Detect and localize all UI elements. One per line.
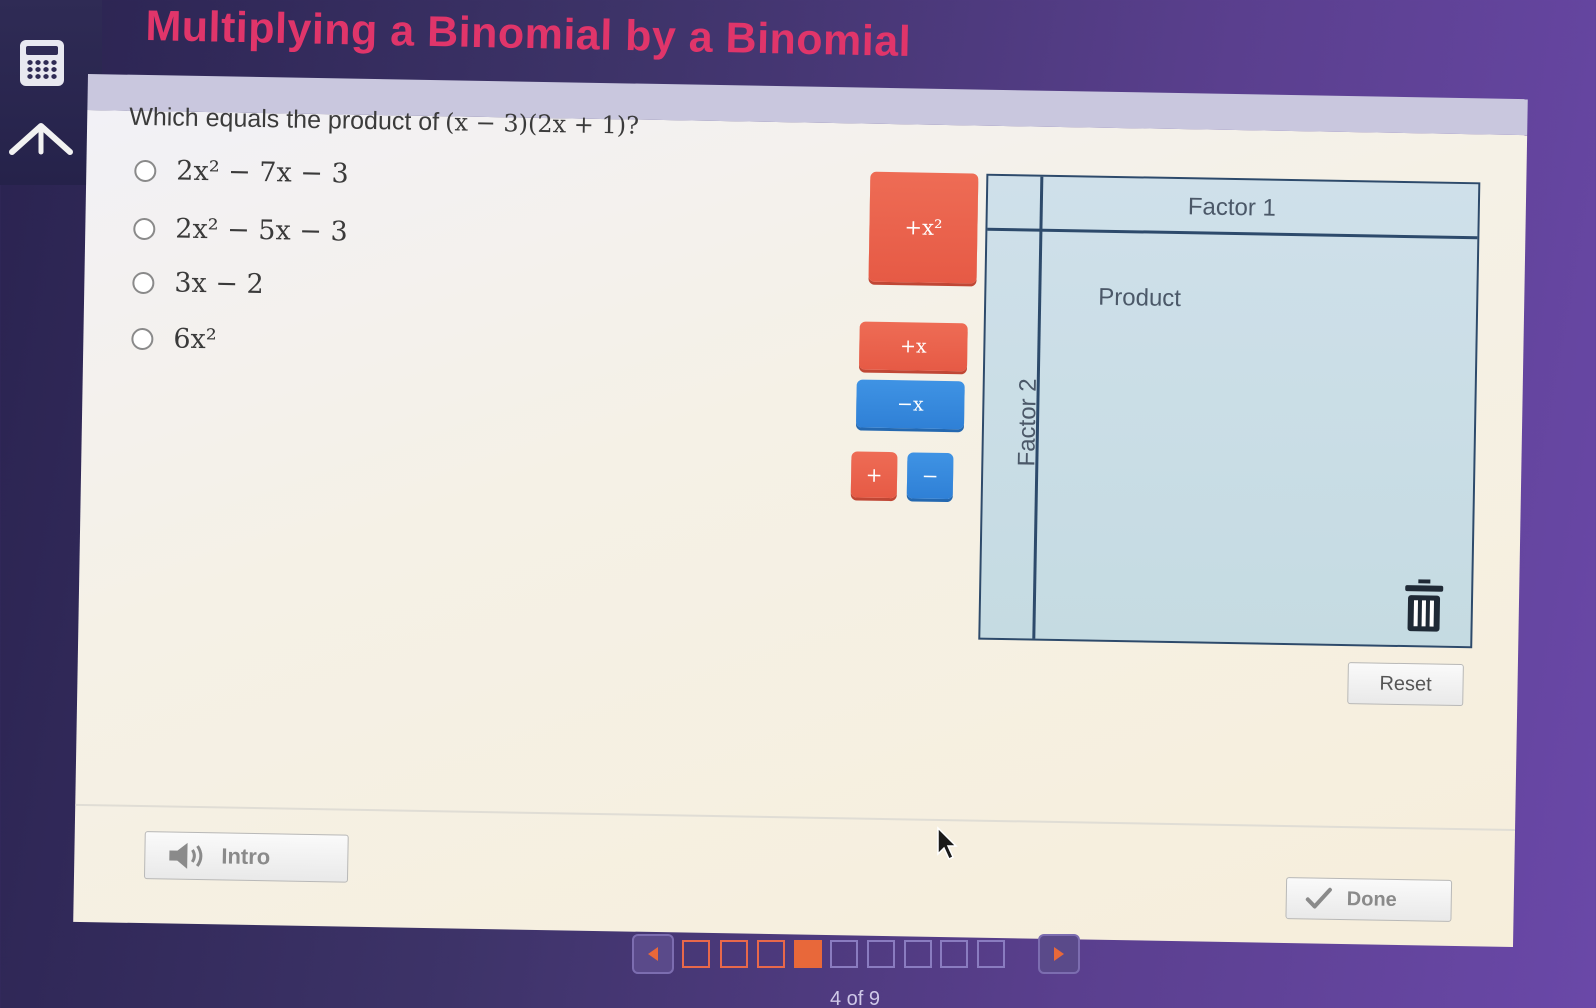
question-expression: (x − 3)(2x + 1)?: [444, 108, 640, 140]
product-label: Product: [1098, 283, 1182, 313]
page-indicator-4[interactable]: [794, 940, 822, 968]
lesson-panel: Which equals the product of (x − 3)(2x + …: [73, 74, 1528, 948]
calculator-icon[interactable]: [20, 40, 64, 86]
trash-icon[interactable]: [1402, 579, 1445, 634]
page-indicator-7[interactable]: [904, 940, 932, 968]
reset-button[interactable]: Reset: [1347, 662, 1464, 707]
option-label: 3x − 2: [174, 267, 264, 301]
page-indicator-1[interactable]: [682, 940, 710, 968]
area-divider-horizontal: [987, 227, 1478, 240]
previous-page-button[interactable]: [632, 934, 674, 974]
radio-button[interactable]: [131, 327, 154, 350]
page-indicator-8[interactable]: [940, 940, 968, 968]
next-page-button[interactable]: [1038, 934, 1080, 974]
page-indicator-2[interactable]: [720, 940, 748, 968]
radio-button[interactable]: [134, 159, 157, 182]
option-1[interactable]: 2x² − 7x − 3: [134, 155, 349, 190]
collapse-up-icon[interactable]: [8, 118, 74, 158]
footer-divider: [75, 803, 1516, 832]
intro-button[interactable]: Intro: [143, 831, 349, 883]
done-label: Done: [1346, 887, 1397, 911]
question-prompt: Which equals the product of: [129, 102, 440, 137]
tile-x-positive[interactable]: +x: [858, 321, 968, 372]
page-indicator-9[interactable]: [977, 940, 1005, 968]
page-indicator-5[interactable]: [830, 940, 858, 968]
speaker-icon: [169, 842, 203, 869]
page-indicator-6[interactable]: [867, 940, 895, 968]
option-label: 6x²: [173, 323, 217, 356]
tile-x-negative[interactable]: −x: [855, 379, 965, 430]
option-3[interactable]: 3x − 2: [132, 267, 264, 300]
option-label: 2x² − 5x − 3: [175, 213, 348, 248]
option-label: 2x² − 7x − 3: [176, 155, 349, 190]
tile-x-squared[interactable]: +x²: [868, 171, 979, 284]
mouse-cursor-icon: [937, 826, 958, 861]
tile-unit-positive[interactable]: +: [850, 451, 898, 499]
area-model[interactable]: Factor 1 Factor 2 Product: [978, 173, 1481, 649]
arrow-right-icon: [1054, 947, 1064, 961]
tile-unit-negative[interactable]: −: [906, 452, 954, 500]
intro-label: Intro: [221, 843, 271, 870]
done-button[interactable]: Done: [1285, 877, 1453, 922]
factor1-label: Factor 1: [1187, 193, 1277, 222]
option-4[interactable]: 6x²: [131, 323, 217, 355]
page-title: Multiplying a Binomial by a Binomial: [144, 2, 912, 67]
pager-label: 4 of 9: [830, 988, 881, 1008]
arrow-left-icon: [648, 947, 658, 961]
factor2-label: Factor 2: [1013, 378, 1042, 467]
radio-button[interactable]: [133, 217, 156, 240]
question-text: Which equals the product of (x − 3)(2x + …: [129, 103, 639, 141]
checkmark-icon: [1305, 887, 1332, 909]
option-2[interactable]: 2x² − 5x − 3: [133, 213, 348, 248]
page-indicator-3[interactable]: [757, 940, 785, 968]
radio-button[interactable]: [132, 271, 155, 294]
